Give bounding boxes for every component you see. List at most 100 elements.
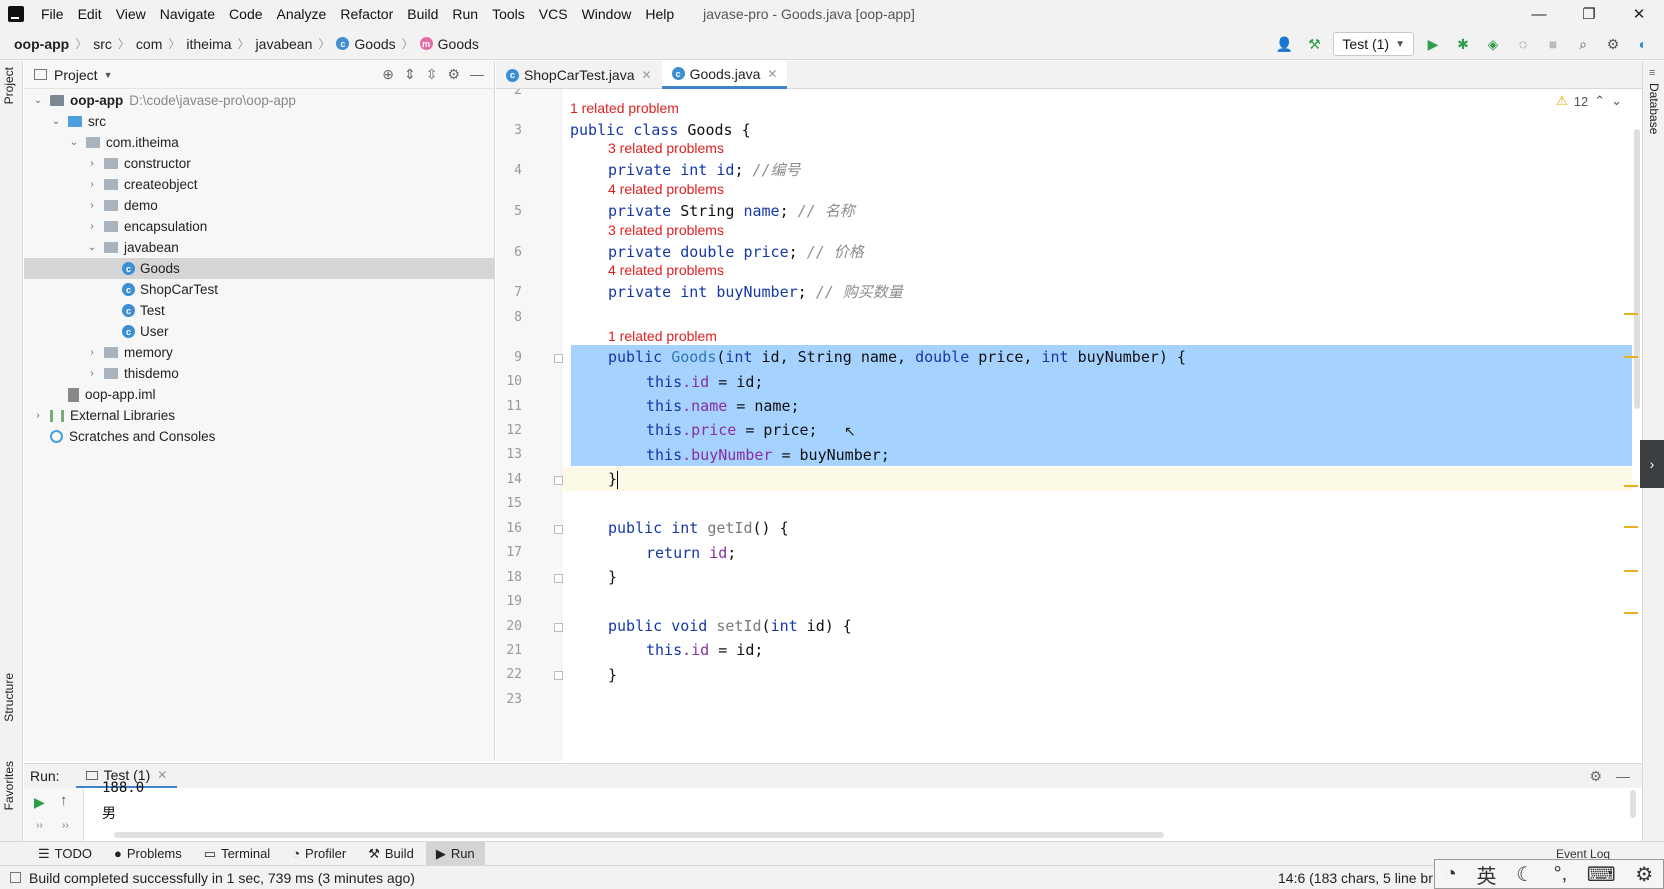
scroll-up-icon[interactable]: ↑ — [60, 792, 68, 809]
tree-item-scratches[interactable]: Scratches and Consoles — [24, 426, 494, 447]
settings-gear-icon[interactable]: ⚙ — [1635, 862, 1653, 887]
breadcrumb-class-goods[interactable]: c Goods — [336, 36, 396, 52]
fold-marker-icon[interactable] — [554, 525, 563, 534]
breadcrumb-method-goods[interactable]: m Goods — [419, 36, 479, 52]
previous-highlight-icon[interactable]: ⌃ — [1594, 93, 1605, 109]
gear-icon[interactable]: ⚙ — [1589, 768, 1602, 785]
inspection-widget[interactable]: ⚠ 12 ⌃ ⌄ — [1556, 93, 1622, 109]
status-message[interactable]: Build completed successfully in 1 sec, 7… — [29, 870, 415, 886]
coverage-icon[interactable]: ◈ — [1482, 33, 1504, 55]
hide-icon[interactable]: — — [470, 66, 484, 83]
tree-item-user[interactable]: c User — [24, 321, 494, 342]
debug-icon[interactable]: ✱ — [1452, 33, 1474, 55]
warning-marker[interactable] — [1624, 356, 1638, 358]
tree-item-constructor[interactable]: › constructor — [24, 153, 494, 174]
chevron-down-icon[interactable]: ▼ — [104, 70, 113, 80]
expanded-arrow-icon[interactable]: ⌄ — [50, 116, 62, 127]
punctuation-icon[interactable]: °, — [1554, 863, 1568, 886]
menu-build[interactable]: Build — [400, 0, 445, 28]
collapsed-arrow-icon[interactable]: › — [86, 347, 98, 358]
console-scrollbar[interactable] — [114, 832, 1164, 838]
settings-gear-icon[interactable]: ⚙ — [1602, 33, 1624, 55]
collapsed-arrow-icon[interactable]: › — [86, 368, 98, 379]
ime-logo-icon[interactable]: ◔ — [1445, 863, 1457, 886]
hide-icon[interactable]: — — [1616, 768, 1630, 785]
tree-item-createobject[interactable]: › createobject — [24, 174, 494, 195]
fold-marker-icon[interactable] — [554, 623, 563, 632]
editor-scrollbar[interactable] — [1634, 129, 1640, 409]
breadcrumb-src[interactable]: src — [93, 36, 112, 52]
more-actions-icon[interactable]: ›› — [62, 820, 69, 831]
more-actions-icon[interactable]: ›› — [36, 820, 43, 831]
profiler-tool-button[interactable]: ◔ Profiler — [282, 842, 356, 866]
plugin-icon[interactable]: ◐ — [1632, 33, 1654, 55]
tree-item-src[interactable]: ⌄ src — [24, 111, 494, 132]
warning-marker[interactable] — [1624, 313, 1638, 315]
close-tab-icon[interactable]: ✕ — [767, 67, 777, 81]
tree-item-oop-app[interactable]: ⌄ oop-app D:\code\javase-pro\oop-app — [24, 90, 494, 111]
close-tab-icon[interactable]: ✕ — [157, 768, 167, 782]
menu-edit[interactable]: Edit — [71, 0, 109, 28]
expand-all-icon[interactable]: ⇕ — [404, 66, 416, 83]
close-tab-icon[interactable]: ✕ — [642, 68, 652, 82]
project-panel-title[interactable]: Project — [54, 67, 98, 83]
tree-item-thisdemo[interactable]: › thisdemo — [24, 363, 494, 384]
tree-item-shopcartest[interactable]: c ShopCarTest — [24, 279, 494, 300]
breadcrumb-com[interactable]: com — [136, 36, 162, 52]
project-tool-tab[interactable]: Project — [2, 67, 16, 104]
favorites-tool-tab[interactable]: Favorites — [2, 761, 16, 810]
stop-icon[interactable]: ■ — [1542, 33, 1564, 55]
structure-tool-tab[interactable]: Structure — [2, 673, 16, 722]
rerun-icon[interactable]: ▶ — [34, 794, 45, 811]
menu-window[interactable]: Window — [575, 0, 639, 28]
menu-run[interactable]: Run — [445, 0, 485, 28]
run-tool-button[interactable]: ▶ Run — [425, 841, 485, 866]
expanded-arrow-icon[interactable]: ⌄ — [86, 242, 98, 253]
menu-tools[interactable]: Tools — [485, 0, 532, 28]
terminal-tool-button[interactable]: ▭ Terminal — [194, 842, 280, 866]
menu-refactor[interactable]: Refactor — [333, 0, 400, 28]
tree-item-memory[interactable]: › memory — [24, 342, 494, 363]
restore-button[interactable]: ❐ — [1564, 0, 1614, 28]
minimize-button[interactable]: — — [1514, 0, 1564, 28]
problems-tool-button[interactable]: ● Problems — [104, 842, 192, 866]
collapsed-arrow-icon[interactable]: › — [32, 410, 44, 421]
database-tool-tab[interactable]: Database — [1647, 83, 1661, 134]
menu-view[interactable]: View — [109, 0, 153, 28]
collapsed-arrow-icon[interactable]: › — [86, 200, 98, 211]
tab-shopcartest[interactable]: c ShopCarTest.java ✕ — [496, 61, 662, 89]
moon-icon[interactable]: ☾ — [1516, 862, 1534, 887]
run-configuration-select[interactable]: Test (1) ▼ — [1333, 32, 1414, 56]
tree-item-external-libraries[interactable]: › External Libraries — [24, 405, 494, 426]
run-icon[interactable]: ▶ — [1422, 33, 1444, 55]
tab-goods[interactable]: c Goods.java ✕ — [661, 61, 788, 89]
menu-help[interactable]: Help — [638, 0, 681, 28]
user-icon[interactable]: 👤 — [1273, 33, 1295, 55]
tree-item-oop-app-iml[interactable]: oop-app.iml — [24, 384, 494, 405]
collapsed-arrow-icon[interactable]: › — [86, 179, 98, 190]
expanded-arrow-icon[interactable]: ⌄ — [32, 95, 44, 106]
ime-language-toggle[interactable]: 英 — [1476, 860, 1496, 889]
menu-navigate[interactable]: Navigate — [153, 0, 222, 28]
tree-item-com-itheima[interactable]: ⌄ com.itheima — [24, 132, 494, 153]
fold-marker-icon[interactable] — [554, 476, 563, 485]
tree-item-demo[interactable]: › demo — [24, 195, 494, 216]
breadcrumb-itheima[interactable]: itheima — [186, 36, 231, 52]
breadcrumb-project[interactable]: oop-app — [14, 36, 69, 52]
build-hammer-icon[interactable]: ⚒ — [1303, 33, 1325, 55]
expanded-arrow-icon[interactable]: ⌄ — [68, 137, 80, 148]
status-checkbox-icon[interactable] — [10, 872, 21, 883]
related-problem-hint[interactable]: 4 related problems — [608, 180, 724, 198]
tree-item-goods[interactable]: c Goods — [24, 258, 494, 279]
warning-marker[interactable] — [1624, 570, 1638, 572]
gear-icon[interactable]: ⚙ — [447, 66, 460, 83]
locate-icon[interactable]: ⊕ — [382, 66, 394, 83]
collapsed-arrow-icon[interactable]: › — [86, 221, 98, 232]
fold-marker-icon[interactable] — [554, 574, 563, 583]
breadcrumb-javabean[interactable]: javabean — [256, 36, 313, 52]
warning-marker[interactable] — [1624, 612, 1638, 614]
profile-icon[interactable]: ◌ — [1512, 33, 1534, 55]
fold-marker-icon[interactable] — [554, 671, 563, 680]
fold-marker-icon[interactable] — [554, 354, 563, 363]
tree-item-javabean[interactable]: ⌄ javabean — [24, 237, 494, 258]
